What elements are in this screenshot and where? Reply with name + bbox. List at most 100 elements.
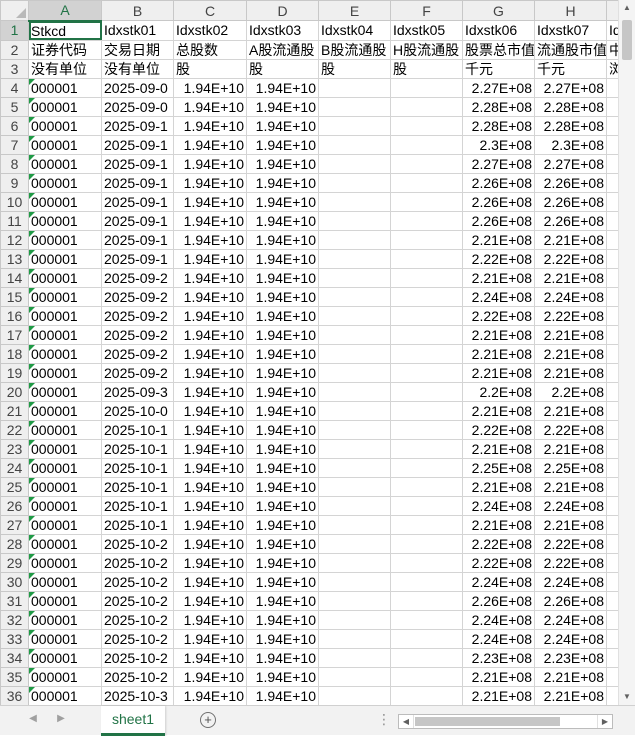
cell-c[interactable]: 股 <box>173 58 247 79</box>
cell-c[interactable]: 1.94E+10 <box>173 324 247 345</box>
cell-e[interactable] <box>318 343 391 364</box>
row-header[interactable]: 4 <box>0 77 29 98</box>
cell-a[interactable]: 000001 <box>28 590 102 611</box>
cell-c[interactable]: 1.94E+10 <box>173 115 247 136</box>
cell-f[interactable] <box>390 267 463 288</box>
cell-b[interactable]: 2025-10-2 <box>101 552 174 573</box>
cell-g[interactable]: 2.21E+08 <box>462 324 535 345</box>
cell-d[interactable]: 1.94E+10 <box>246 514 319 535</box>
cell-a[interactable]: 000001 <box>28 343 102 364</box>
cell-h[interactable]: 2.27E+08 <box>534 77 607 98</box>
cell-g[interactable]: 2.25E+08 <box>462 457 535 478</box>
cell-i[interactable] <box>606 381 618 402</box>
cell-f[interactable] <box>390 229 463 250</box>
cell-e[interactable]: 股 <box>318 58 391 79</box>
column-header-b[interactable]: B <box>101 0 174 21</box>
cell-g[interactable]: 2.21E+08 <box>462 685 535 705</box>
cell-c[interactable]: 1.94E+10 <box>173 533 247 554</box>
cell-h[interactable]: 2.22E+08 <box>534 533 607 554</box>
cell-f[interactable] <box>390 248 463 269</box>
cell-d[interactable]: 1.94E+10 <box>246 419 319 440</box>
cell-c[interactable]: 1.94E+10 <box>173 400 247 421</box>
row-header[interactable]: 18 <box>0 343 29 364</box>
cell-a[interactable]: 000001 <box>28 514 102 535</box>
cell-h[interactable]: 2.26E+08 <box>534 191 607 212</box>
cell-a[interactable]: 000001 <box>28 229 102 250</box>
cell-a[interactable]: 000001 <box>28 552 102 573</box>
cell-a[interactable]: 000001 <box>28 115 102 136</box>
cell-c[interactable]: 1.94E+10 <box>173 495 247 516</box>
cell-a[interactable]: 000001 <box>28 362 102 383</box>
cell-a[interactable]: 000001 <box>28 419 102 440</box>
cell-g[interactable]: 2.21E+08 <box>462 343 535 364</box>
cell-c[interactable]: 1.94E+10 <box>173 685 247 705</box>
cell-g[interactable]: 2.21E+08 <box>462 229 535 250</box>
cell-f[interactable] <box>390 514 463 535</box>
cell-c[interactable]: 1.94E+10 <box>173 590 247 611</box>
cell-c[interactable]: 1.94E+10 <box>173 476 247 497</box>
cell-g[interactable]: 2.27E+08 <box>462 77 535 98</box>
cell-e[interactable] <box>318 685 391 705</box>
cell-f[interactable] <box>390 77 463 98</box>
cell-d[interactable]: 1.94E+10 <box>246 438 319 459</box>
cell-e[interactable] <box>318 609 391 630</box>
cell-b[interactable]: 2025-09-3 <box>101 381 174 402</box>
cell-i[interactable] <box>606 229 618 250</box>
column-header-g[interactable]: G <box>462 0 535 21</box>
column-header-f[interactable]: F <box>390 0 463 21</box>
cell-i[interactable]: 浏 <box>606 58 618 79</box>
cell-b[interactable]: 交易日期 <box>101 39 174 60</box>
row-header[interactable]: 15 <box>0 286 29 307</box>
cell-e[interactable] <box>318 533 391 554</box>
cell-g[interactable]: 2.22E+08 <box>462 419 535 440</box>
cell-g[interactable]: 2.22E+08 <box>462 552 535 573</box>
cell-g[interactable]: 2.26E+08 <box>462 590 535 611</box>
horizontal-scroll-thumb[interactable] <box>415 717 560 726</box>
cell-f[interactable] <box>390 438 463 459</box>
cell-h[interactable]: 2.22E+08 <box>534 419 607 440</box>
cell-c[interactable]: 1.94E+10 <box>173 229 247 250</box>
cell-b[interactable]: 2025-09-2 <box>101 267 174 288</box>
cell-f[interactable] <box>390 115 463 136</box>
cell-h[interactable]: 2.21E+08 <box>534 343 607 364</box>
cell-c[interactable]: 1.94E+10 <box>173 134 247 155</box>
cell-e[interactable] <box>318 248 391 269</box>
cell-e[interactable] <box>318 552 391 573</box>
vertical-scroll-thumb[interactable] <box>622 20 632 60</box>
cell-d[interactable]: 1.94E+10 <box>246 96 319 117</box>
cell-d[interactable]: 1.94E+10 <box>246 248 319 269</box>
cell-e[interactable] <box>318 666 391 687</box>
cell-e[interactable] <box>318 210 391 231</box>
cell-i[interactable] <box>606 400 618 421</box>
row-header[interactable]: 11 <box>0 210 29 231</box>
cell-b[interactable]: 2025-09-1 <box>101 134 174 155</box>
cell-c[interactable]: 1.94E+10 <box>173 628 247 649</box>
cell-e[interactable] <box>318 134 391 155</box>
row-header[interactable]: 22 <box>0 419 29 440</box>
cell-a[interactable]: 000001 <box>28 476 102 497</box>
cell-i[interactable] <box>606 210 618 231</box>
cell-c[interactable]: 1.94E+10 <box>173 210 247 231</box>
row-header[interactable]: 24 <box>0 457 29 478</box>
plus-circle-icon[interactable]: + <box>200 712 216 728</box>
cell-f[interactable] <box>390 590 463 611</box>
cell-g[interactable]: 2.28E+08 <box>462 96 535 117</box>
cell-i[interactable] <box>606 362 618 383</box>
cell-d[interactable]: 1.94E+10 <box>246 210 319 231</box>
cell-d[interactable]: A股流通股 <box>246 39 319 60</box>
cell-g[interactable]: 2.3E+08 <box>462 134 535 155</box>
cell-b[interactable]: 2025-10-2 <box>101 666 174 687</box>
row-header[interactable]: 10 <box>0 191 29 212</box>
row-header[interactable]: 26 <box>0 495 29 516</box>
cell-e[interactable] <box>318 457 391 478</box>
cell-b[interactable]: Idxstk01 <box>101 20 174 41</box>
scroll-left-arrow-icon[interactable]: ◀ <box>399 715 414 728</box>
cell-b[interactable]: 2025-10-1 <box>101 476 174 497</box>
row-header[interactable]: 7 <box>0 134 29 155</box>
cell-b[interactable]: 没有单位 <box>101 58 174 79</box>
cell-g[interactable]: 2.21E+08 <box>462 666 535 687</box>
cell-b[interactable]: 2025-10-1 <box>101 514 174 535</box>
cell-g[interactable]: 股票总市值 <box>462 39 535 60</box>
cell-a[interactable]: 000001 <box>28 457 102 478</box>
cell-g[interactable]: 2.21E+08 <box>462 267 535 288</box>
